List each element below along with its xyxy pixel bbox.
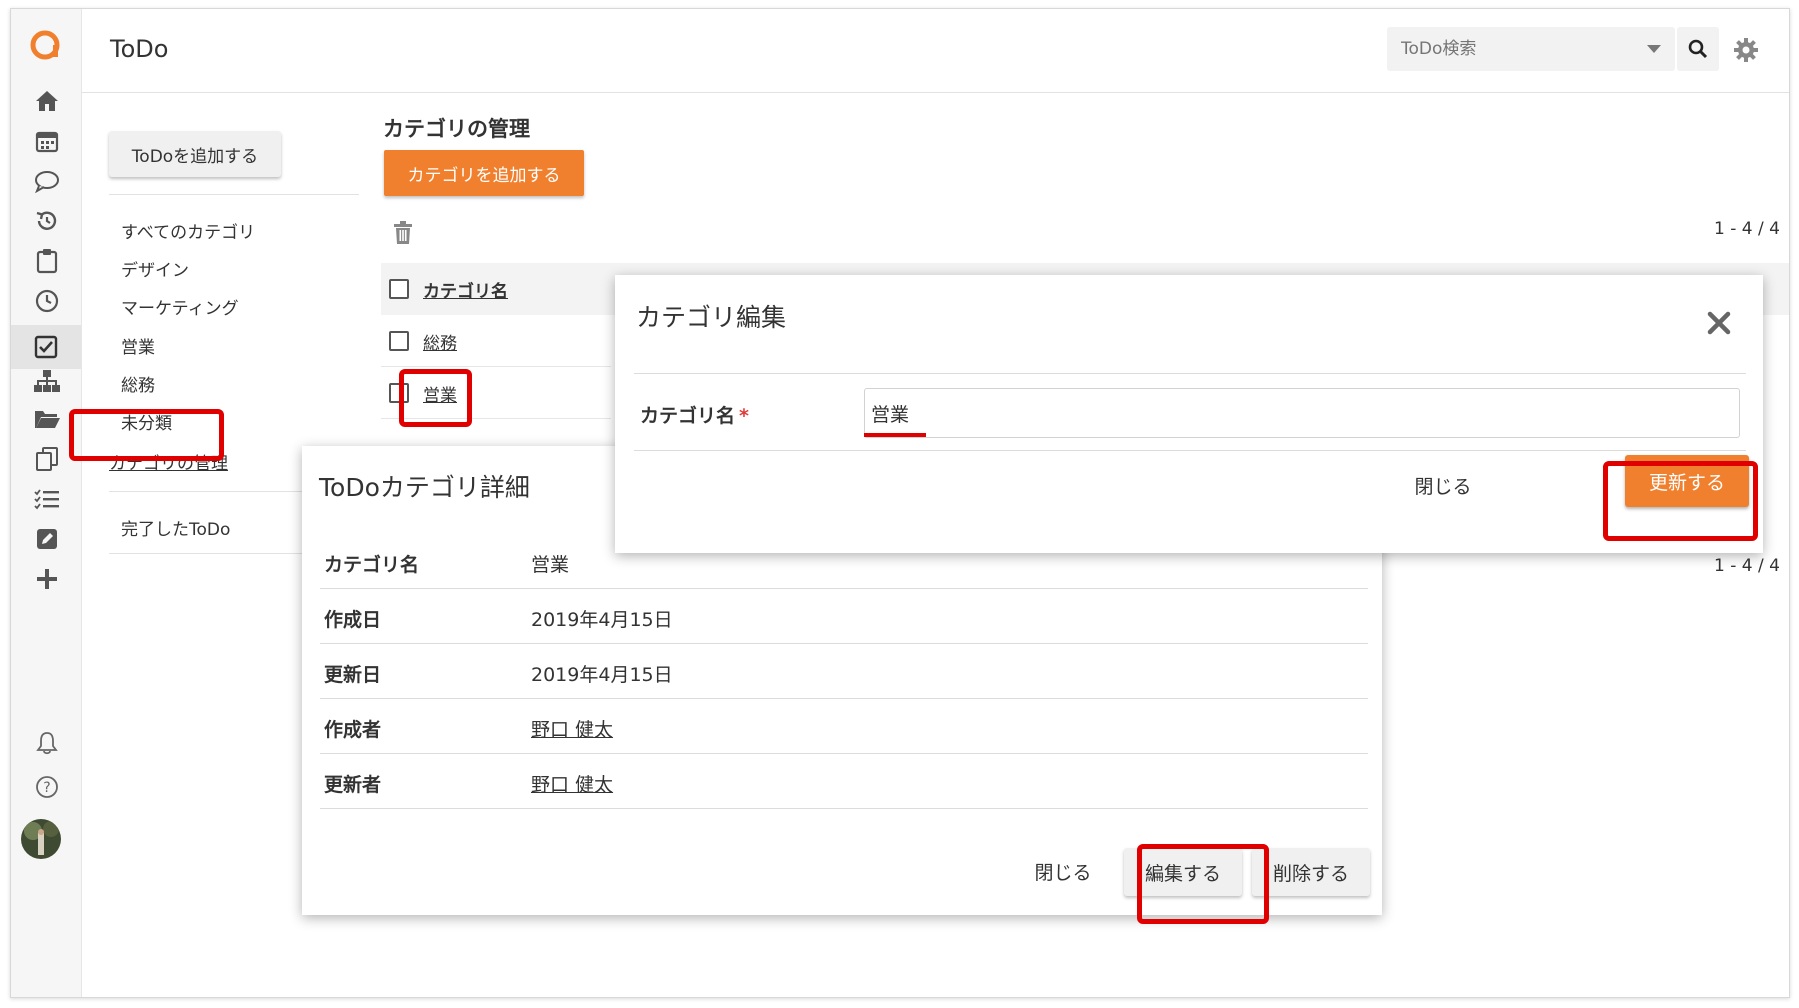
divider	[634, 450, 1746, 451]
detail-row: 作成者 野口 健太	[320, 699, 1368, 754]
sidebar-item-uncategorized[interactable]: 未分類	[121, 409, 172, 434]
divider	[109, 194, 359, 195]
column-header-category-name[interactable]: カテゴリ名	[423, 277, 508, 302]
clock-icon[interactable]	[33, 287, 61, 315]
icon-rail: ?	[11, 9, 82, 997]
search-input[interactable]	[1387, 39, 1607, 59]
copy-icon[interactable]	[33, 445, 61, 473]
detail-value: 2019年4月15日	[531, 609, 673, 631]
search-box[interactable]	[1387, 27, 1675, 71]
edit-icon[interactable]	[33, 525, 61, 553]
table-row: 営業	[381, 367, 611, 419]
logo-icon[interactable]	[27, 27, 63, 63]
divider	[634, 373, 1746, 374]
clipboard-icon[interactable]	[33, 247, 61, 275]
delete-button[interactable]: 削除する	[1252, 848, 1370, 896]
bell-icon[interactable]	[33, 729, 61, 757]
checklist-icon[interactable]	[33, 485, 61, 513]
page-title: カテゴリの管理	[383, 117, 530, 141]
chat-icon[interactable]	[33, 167, 61, 195]
close-button[interactable]: 閉じる	[1393, 461, 1493, 509]
detail-row: 更新日 2019年4月15日	[320, 644, 1368, 699]
category-link[interactable]: 総務	[423, 329, 457, 354]
detail-value: 営業	[531, 554, 570, 576]
org-chart-icon[interactable]	[33, 367, 61, 395]
todo-check-icon[interactable]	[11, 325, 81, 369]
add-category-button[interactable]: カテゴリを追加する	[384, 150, 584, 196]
table-row: 総務	[381, 315, 611, 367]
pager-top: 1 - 4 / 4	[1714, 219, 1780, 239]
search-icon	[1688, 39, 1708, 59]
input-annotation-underline	[864, 433, 926, 437]
category-name-input[interactable]	[864, 388, 1740, 438]
detail-row: 更新者 野口 健太	[320, 754, 1368, 809]
creator-link[interactable]: 野口 健太	[531, 715, 613, 742]
dialog-title: カテゴリ編集	[636, 303, 787, 332]
sidebar-item-marketing[interactable]: マーケティング	[121, 294, 239, 319]
row-checkbox[interactable]	[389, 383, 409, 403]
sidebar-item-all[interactable]: すべてのカテゴリ	[121, 218, 255, 243]
trash-icon[interactable]	[392, 221, 414, 249]
pager-bottom: 1 - 4 / 4	[1714, 556, 1780, 576]
select-all-checkbox[interactable]	[389, 279, 409, 299]
sidebar-item-manage-categories[interactable]: カテゴリの管理	[109, 449, 228, 474]
home-icon[interactable]	[33, 87, 61, 115]
detail-key: カテゴリ名	[324, 554, 420, 576]
app-window: ? ToDo ToDoを追加する すべてのカテゴリ デザイン マーケティング 営…	[10, 8, 1790, 998]
avatar[interactable]	[21, 819, 61, 859]
detail-key: 更新日	[324, 664, 382, 686]
row-checkbox[interactable]	[389, 331, 409, 351]
close-button[interactable]: 閉じる	[1028, 851, 1098, 891]
top-bar: ToDo	[82, 9, 1789, 93]
add-todo-button[interactable]: ToDoを追加する	[109, 131, 281, 177]
update-button[interactable]: 更新する	[1625, 455, 1749, 507]
app-title: ToDo	[110, 35, 169, 63]
detail-key: 作成日	[324, 609, 382, 631]
help-icon[interactable]: ?	[33, 773, 61, 801]
detail-key: 作成者	[324, 719, 382, 741]
edit-button[interactable]: 編集する	[1124, 848, 1242, 896]
category-link[interactable]: 営業	[423, 381, 457, 406]
sidebar-item-design[interactable]: デザイン	[121, 256, 189, 281]
field-label: カテゴリ名 *	[640, 405, 749, 427]
detail-row: 作成日 2019年4月15日	[320, 589, 1368, 644]
detail-value: 2019年4月15日	[531, 664, 673, 686]
svg-text:?: ?	[43, 780, 50, 796]
category-edit-dialog: カテゴリ編集 カテゴリ名* 閉じる 更新する	[615, 275, 1763, 553]
history-icon[interactable]	[33, 207, 61, 235]
dialog-title: ToDoカテゴリ詳細	[319, 473, 530, 502]
updater-link[interactable]: 野口 健太	[531, 770, 613, 797]
gear-icon[interactable]	[1733, 37, 1759, 67]
chevron-down-icon[interactable]	[1647, 45, 1661, 53]
search-button[interactable]	[1677, 27, 1719, 71]
plus-icon[interactable]	[33, 565, 61, 593]
sidebar-item-general-affairs[interactable]: 総務	[121, 371, 155, 396]
sidebar-item-completed[interactable]: 完了したToDo	[121, 515, 230, 540]
folder-icon[interactable]	[33, 405, 61, 433]
detail-key: 更新者	[324, 774, 382, 796]
calendar-icon[interactable]	[33, 127, 61, 155]
sidebar-item-sales[interactable]: 営業	[121, 333, 155, 358]
close-icon[interactable]	[1707, 311, 1731, 339]
required-mark: *	[739, 405, 749, 427]
